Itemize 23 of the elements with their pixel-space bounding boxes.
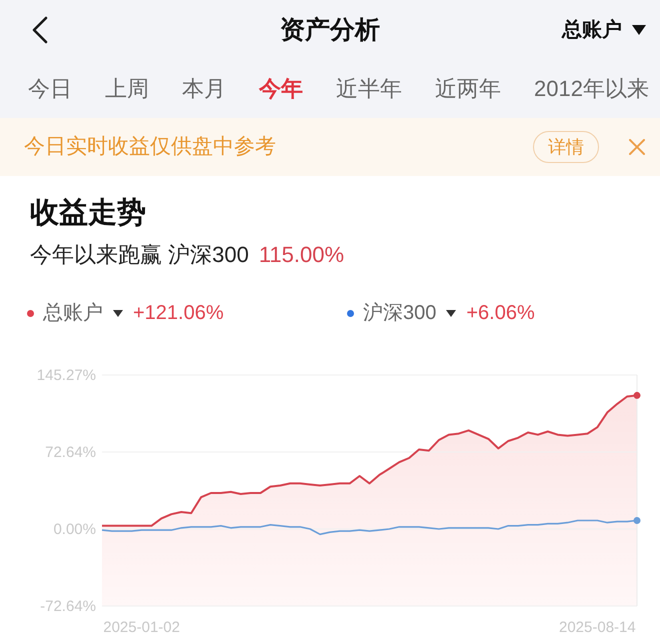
page-title: 资产分析 (280, 15, 380, 46)
legend-label[interactable]: 沪深300 (363, 299, 436, 327)
period-tab[interactable]: 近半年 (336, 74, 402, 104)
period-tab[interactable]: 今年 (259, 74, 303, 104)
caret-icon[interactable] (446, 310, 456, 316)
legend-label[interactable]: 总账户 (43, 299, 103, 327)
return-value: +121.06% (133, 301, 224, 326)
caret-icon[interactable] (113, 310, 123, 316)
period-tab[interactable]: 本月 (182, 74, 226, 104)
period-tab[interactable]: 近两年 (435, 74, 501, 104)
back-icon[interactable] (32, 16, 48, 44)
end-dot-icon (634, 392, 640, 399)
notice-text: 今日实时收益仅供盘中参考 (24, 134, 277, 160)
period-tab[interactable]: 上周 (105, 74, 149, 104)
period-tab[interactable]: 今日 (28, 74, 72, 104)
outperformance-value: 115.00% (258, 241, 344, 269)
return-value: +6.06% (466, 301, 535, 326)
period-tab[interactable]: 2012年以来 (534, 74, 649, 104)
caret-icon (632, 25, 646, 35)
account-selector[interactable]: 总账户 (562, 16, 646, 44)
comparison-text: 今年以来跑赢 沪深300 (30, 241, 249, 269)
section-title: 收益走势 (30, 196, 146, 230)
end-dot-icon (634, 517, 640, 524)
